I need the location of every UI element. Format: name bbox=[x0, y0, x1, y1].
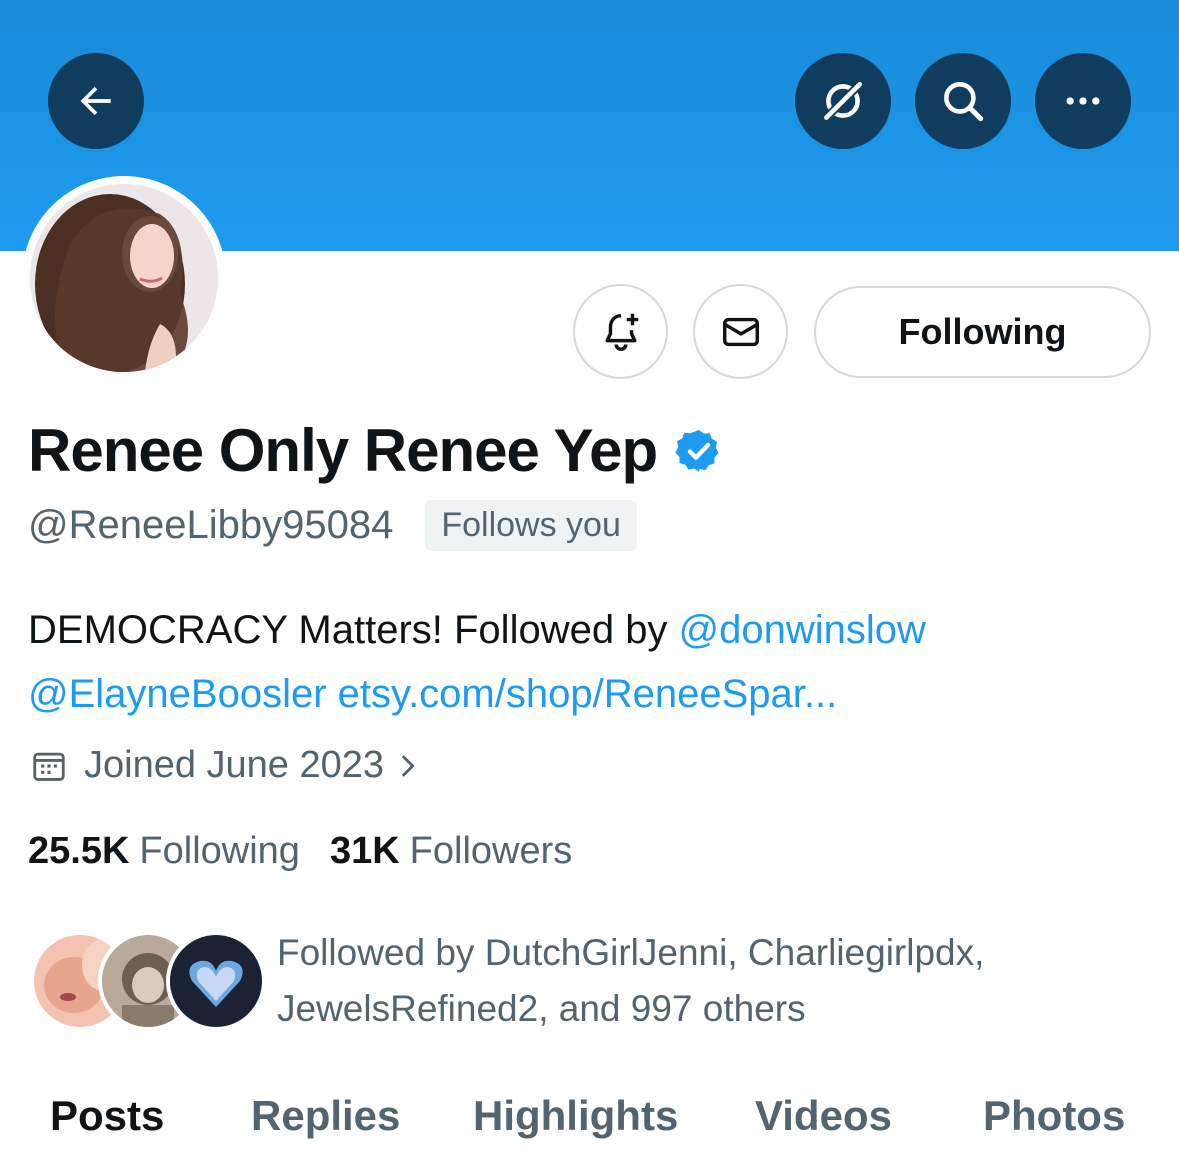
followed-by-row[interactable]: Followed by DutchGirlJenni, Charliegirlp… bbox=[30, 925, 1097, 1037]
avatar-image bbox=[30, 184, 218, 372]
grok-icon bbox=[821, 79, 865, 123]
profile-tabs: Posts Replies Highlights Videos Photos bbox=[0, 1082, 1179, 1159]
chevron-right-icon bbox=[401, 754, 415, 777]
mention-link[interactable]: @donwinslow bbox=[679, 608, 926, 652]
notify-button[interactable] bbox=[573, 284, 668, 379]
follows-you-badge: Follows you bbox=[425, 500, 637, 551]
followers-label: Followers bbox=[409, 830, 573, 872]
more-button[interactable] bbox=[1035, 53, 1131, 149]
bio-text: DEMOCRACY Matters! Followed by bbox=[28, 608, 679, 652]
followers-stat[interactable]: 31K Followers bbox=[330, 830, 572, 873]
following-count: 25.5K bbox=[28, 830, 130, 872]
tab-replies[interactable]: Replies bbox=[251, 1092, 400, 1140]
follower-avatars bbox=[30, 931, 266, 1031]
message-button[interactable] bbox=[693, 284, 788, 379]
display-name: Renee Only Renee Yep bbox=[28, 417, 658, 484]
followers-count: 31K bbox=[329, 830, 400, 872]
following-button[interactable]: Following bbox=[814, 286, 1151, 378]
profile-bio: DEMOCRACY Matters! Followed by @donwinsl… bbox=[28, 598, 1148, 726]
joined-label: Joined June 2023 bbox=[84, 744, 385, 786]
grok-button[interactable] bbox=[795, 53, 891, 149]
name-row: Renee Only Renee Yep bbox=[28, 416, 723, 485]
joined-date[interactable]: Joined June 2023 bbox=[30, 744, 424, 787]
tab-videos[interactable]: Videos bbox=[755, 1092, 892, 1140]
follow-stats: 25.5K Following 31K Followers bbox=[28, 830, 602, 873]
search-button[interactable] bbox=[915, 53, 1011, 149]
handle-row: @ReneeLibby95084 Follows you bbox=[28, 500, 637, 551]
arrow-left-icon bbox=[80, 86, 111, 116]
search-icon bbox=[944, 82, 984, 122]
website-link[interactable]: etsy.com/shop/ReneeSpar... bbox=[338, 672, 838, 716]
bell-plus-icon bbox=[604, 313, 638, 351]
following-label: Following bbox=[139, 830, 300, 872]
tab-posts[interactable]: Posts bbox=[50, 1092, 164, 1140]
followed-by-text: Followed by DutchGirlJenni, Charliegirlp… bbox=[277, 932, 985, 1029]
tab-photos[interactable]: Photos bbox=[983, 1092, 1125, 1140]
user-handle: @ReneeLibby95084 bbox=[28, 503, 394, 547]
envelope-icon bbox=[722, 317, 759, 346]
following-stat[interactable]: 25.5K Following bbox=[28, 830, 300, 873]
follower-avatar bbox=[166, 931, 266, 1031]
tab-highlights[interactable]: Highlights bbox=[473, 1092, 678, 1140]
more-icon bbox=[1066, 97, 1100, 105]
profile-avatar[interactable] bbox=[22, 176, 226, 380]
back-button[interactable] bbox=[48, 53, 144, 149]
mention-link[interactable]: @ElayneBoosler bbox=[28, 672, 327, 716]
verified-badge-icon[interactable] bbox=[675, 427, 723, 475]
calendar-icon bbox=[33, 752, 65, 781]
